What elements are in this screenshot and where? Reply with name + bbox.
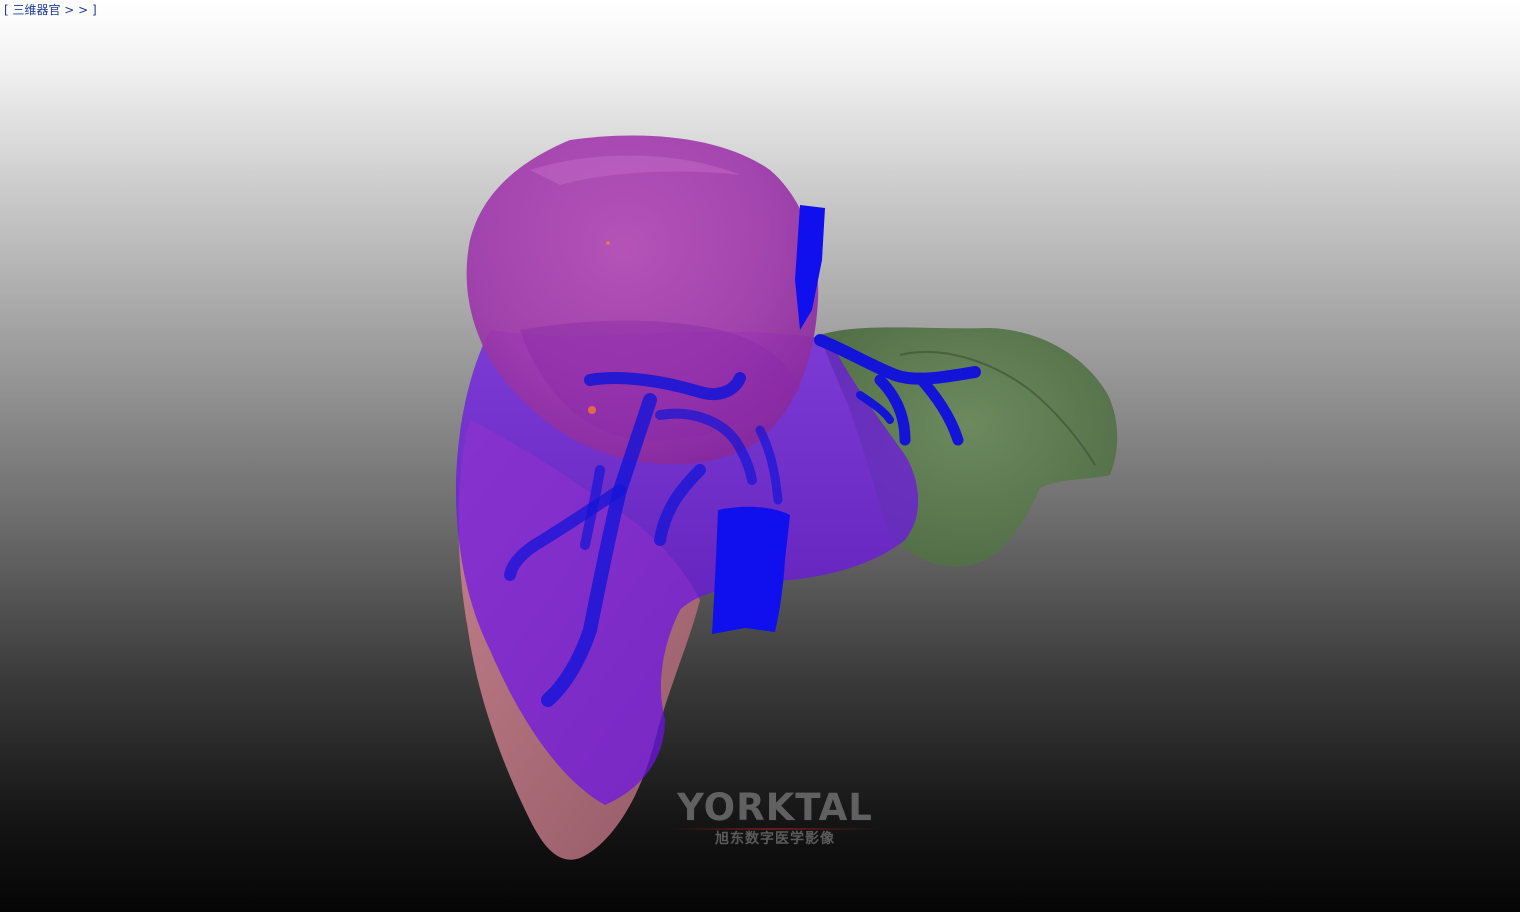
watermark-subtitle: 旭东数字医学影像 <box>715 831 835 847</box>
inferior-vena-cava-upper <box>795 205 825 330</box>
3d-viewport[interactable] <box>0 0 1520 912</box>
lesion-marker <box>606 241 610 245</box>
lesion-marker <box>588 406 596 414</box>
inferior-vena-cava-lower <box>712 506 790 634</box>
watermark: YORKTAL 旭东数字医学影像 <box>665 788 885 848</box>
watermark-brand: YORKTAL <box>677 786 873 829</box>
